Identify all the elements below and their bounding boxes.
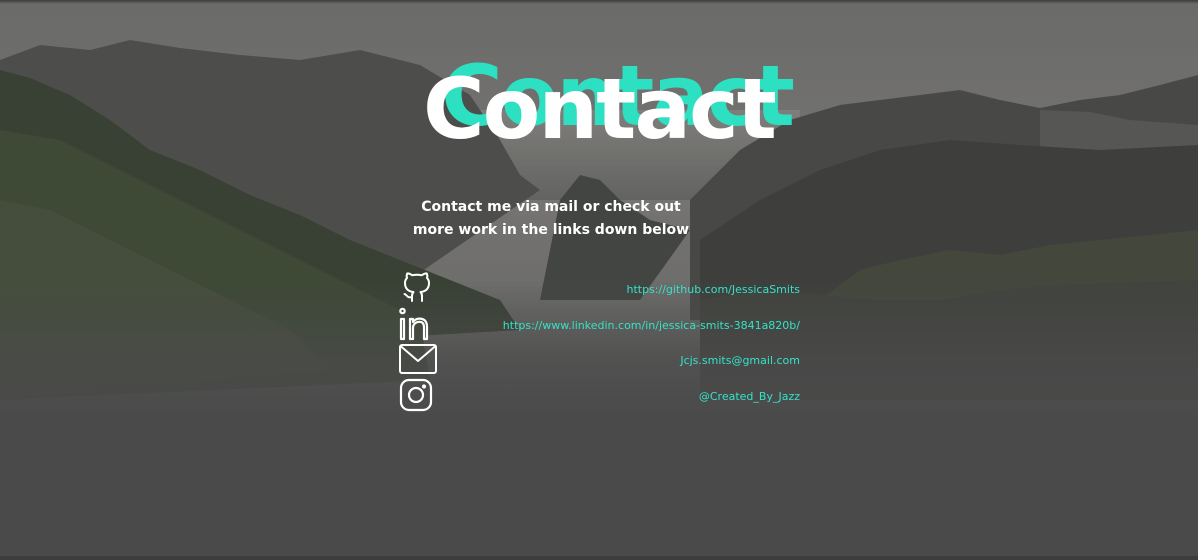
contact-row-mail: Jcjs.smits@gmail.com bbox=[398, 342, 800, 378]
contact-intro-line-1: Contact me via mail or check out bbox=[421, 199, 681, 215]
github-icon[interactable] bbox=[398, 271, 438, 305]
contact-intro-text: Contact me via mail or check out more wo… bbox=[400, 196, 702, 242]
mail-icon[interactable] bbox=[398, 342, 438, 376]
github-link[interactable]: https://github.com/JessicaSmits bbox=[626, 283, 800, 296]
contact-row-instagram: @Created_By_Jazz bbox=[398, 378, 800, 414]
contact-row-linkedin: https://www.linkedin.com/in/jessica-smit… bbox=[398, 307, 800, 343]
bottom-edge bbox=[0, 556, 1198, 560]
instagram-icon[interactable] bbox=[398, 378, 438, 412]
page-title: Contact Contact bbox=[0, 47, 1198, 158]
email-link[interactable]: Jcjs.smits@gmail.com bbox=[680, 354, 800, 367]
contact-links-list: https://github.com/JessicaSmits https://… bbox=[398, 271, 800, 413]
linkedin-link[interactable]: https://www.linkedin.com/in/jessica-smit… bbox=[503, 319, 800, 332]
contact-intro-line-2: more work in the links down below bbox=[412, 222, 690, 238]
instagram-link[interactable]: @Created_By_Jazz bbox=[699, 390, 800, 403]
top-shadow bbox=[0, 0, 1198, 4]
page-title-text: Contact bbox=[423, 60, 777, 158]
contact-row-github: https://github.com/JessicaSmits bbox=[398, 271, 800, 307]
linkedin-icon[interactable] bbox=[398, 307, 438, 341]
